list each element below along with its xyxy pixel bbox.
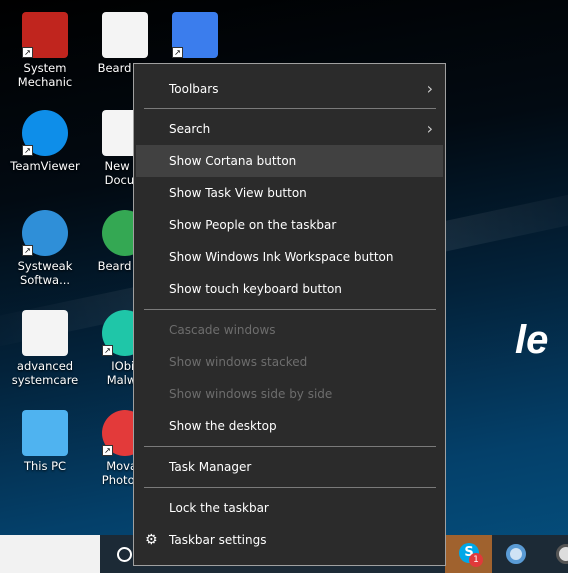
menu-separator — [144, 487, 436, 488]
teamviewer-icon: ↗ — [22, 110, 68, 156]
notification-badge: 1 — [469, 553, 483, 567]
menu-item-label: Show windows side by side — [169, 387, 333, 401]
desktop-icon-label: This PC — [23, 459, 67, 473]
menu-item-show-people-on-the-taskbar[interactable]: Show People on the taskbar — [136, 209, 443, 241]
menu-item-show-touch-keyboard-button[interactable]: Show touch keyboard button — [136, 273, 443, 305]
image-file-icon — [22, 310, 68, 356]
image-file-icon — [102, 12, 148, 58]
shortcut-arrow-icon: ↗ — [22, 145, 33, 156]
menu-item-show-windows-ink-workspace-button[interactable]: Show Windows Ink Workspace button — [136, 241, 443, 273]
desktop-icon-label: Systweak Softwa... — [17, 259, 73, 287]
desktop-icon[interactable]: ↗ Systweak Softwa... — [0, 210, 90, 287]
menu-item-search[interactable]: Search › — [136, 113, 443, 145]
taskbar-app-icon[interactable] — [556, 544, 568, 564]
menu-item-label: Show touch keyboard button — [169, 282, 342, 296]
desktop-icon-label: advanced systemcare — [11, 359, 79, 387]
systweak-icon: ↗ — [22, 210, 68, 256]
desktop-icon[interactable]: ↗ TeamViewer — [0, 110, 90, 173]
this-pc-icon — [22, 410, 68, 456]
google-docs-icon: ↗ — [172, 12, 218, 58]
taskbar-search-box[interactable] — [0, 535, 100, 573]
menu-item-lock-the-taskbar[interactable]: Lock the taskbar — [136, 492, 443, 524]
taskbar-skype[interactable]: S 1 — [445, 535, 492, 573]
menu-item-label: Task Manager — [169, 460, 252, 474]
menu-item-cascade-windows: Cascade windows — [136, 314, 443, 346]
menu-item-label: Toolbars — [169, 82, 219, 96]
menu-item-label: Search — [169, 122, 211, 136]
menu-separator — [144, 108, 436, 109]
menu-item-label: Show Cortana button — [169, 154, 297, 168]
menu-item-show-task-view-button[interactable]: Show Task View button — [136, 177, 443, 209]
desktop-icon[interactable]: This PC — [0, 410, 90, 473]
shortcut-arrow-icon: ↗ — [22, 47, 33, 58]
shortcut-arrow-icon: ↗ — [102, 445, 113, 456]
shortcut-arrow-icon: ↗ — [22, 245, 33, 256]
menu-item-task-manager[interactable]: Task Manager — [136, 451, 443, 483]
chevron-right-icon: › — [426, 119, 433, 138]
menu-item-show-windows-stacked: Show windows stacked — [136, 346, 443, 378]
menu-item-label: Show People on the taskbar — [169, 218, 337, 232]
desktop-icon[interactable]: advanced systemcare — [0, 310, 90, 387]
shortcut-arrow-icon: ↗ — [102, 345, 113, 356]
taskbar-context-menu: Toolbars › Search › Show Cortana button Show … — [133, 63, 446, 566]
menu-separator — [144, 309, 436, 310]
menu-item-show-windows-side-by-side: Show windows side by side — [136, 378, 443, 410]
menu-item-label: Taskbar settings — [169, 533, 267, 547]
menu-item-label: Lock the taskbar — [169, 501, 269, 515]
system-mechanic-icon: ↗ — [22, 12, 68, 58]
chevron-right-icon: › — [426, 79, 433, 98]
menu-item-toolbars[interactable]: Toolbars › — [136, 73, 443, 105]
menu-item-label: Show Windows Ink Workspace button — [169, 250, 394, 264]
menu-item-show-cortana-button[interactable]: Show Cortana button — [136, 145, 443, 177]
desktop-icon-label: TeamViewer — [10, 159, 80, 173]
cortana-icon[interactable] — [117, 547, 132, 562]
wallpaper-logo: le — [515, 318, 549, 362]
menu-item-label: Show windows stacked — [169, 355, 308, 369]
menu-item-label: Show the desktop — [169, 419, 277, 433]
menu-separator — [144, 446, 436, 447]
desktop-icon[interactable]: ↗ — [150, 12, 240, 61]
menu-item-taskbar-settings[interactable]: ⚙ Taskbar settings — [136, 524, 443, 556]
gear-icon: ⚙ — [145, 532, 158, 548]
menu-item-show-the-desktop[interactable]: Show the desktop — [136, 410, 443, 442]
menu-item-label: Show Task View button — [169, 186, 307, 200]
desktop-icon[interactable]: ↗ System Mechanic — [0, 12, 90, 89]
taskbar-app-icon[interactable] — [506, 544, 526, 564]
shortcut-arrow-icon: ↗ — [172, 47, 183, 58]
menu-item-label: Cascade windows — [169, 323, 276, 337]
desktop-icon-label: System Mechanic — [17, 61, 73, 89]
